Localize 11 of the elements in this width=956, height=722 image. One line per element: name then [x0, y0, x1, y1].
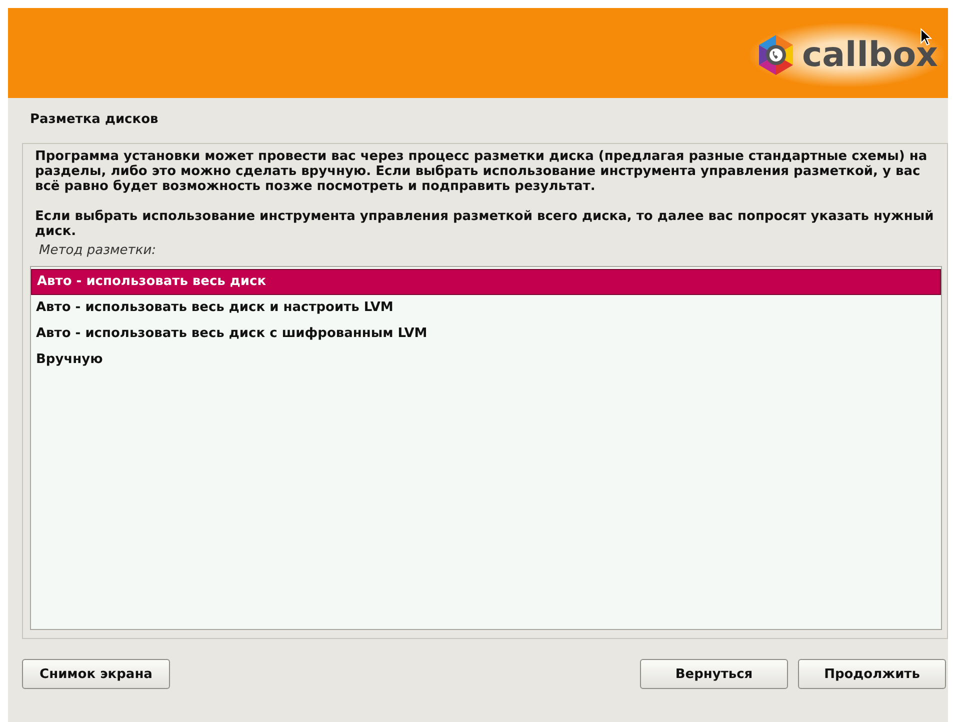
description-text: Программа установки может провести вас через процесс разметки диска (предлагая разные стандартные схемы) на разделы, либо это можно сделать вручную. Если выбрать использование инструмента управления разметкой, у вас всё равно будет возможность позже посмотреть и подправить результат.	[35, 149, 928, 194]
continue-button[interactable]: Продолжить	[798, 659, 946, 689]
screenshot-button[interactable]: Снимок экрана	[22, 659, 170, 689]
page-title: Разметка дисков	[29, 111, 160, 129]
list-option[interactable]: Вручную	[31, 347, 941, 373]
list-option[interactable]: Авто - использовать весь диск и настроить LVM	[31, 295, 941, 321]
list-label: Метод разметки:	[38, 242, 158, 260]
list-option[interactable]: Авто - использовать весь диск с шифрованным LVM	[31, 321, 941, 347]
back-button[interactable]: Вернуться	[640, 659, 788, 689]
description-text: Если выбрать использование инструмента управления разметкой всего диска, то далее вас попросят указать нужный диск.	[35, 209, 935, 239]
list-option[interactable]: Авто - использовать весь диск	[31, 269, 941, 295]
